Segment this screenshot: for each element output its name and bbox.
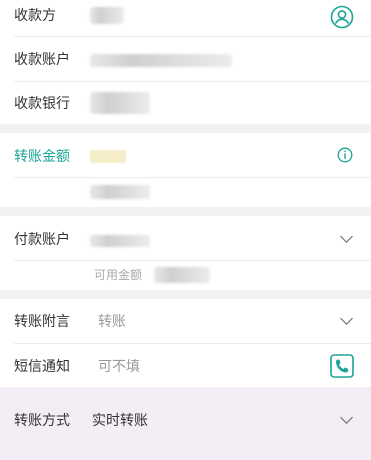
memo-input[interactable]: 转账 xyxy=(98,312,126,332)
divider xyxy=(14,260,371,261)
payee-account-label: 收款账户 xyxy=(14,52,70,68)
payee-bank-label: 收款银行 xyxy=(14,96,70,112)
payer-account-value xyxy=(90,235,150,247)
transfer-method-row[interactable]: 转账方式 实时转账 xyxy=(0,387,371,460)
payee-name-label: 收款方 xyxy=(14,8,56,24)
amount-input[interactable] xyxy=(90,150,126,163)
available-amount-label: 可用金额 xyxy=(94,268,143,282)
divider xyxy=(14,177,371,178)
phone-book-icon[interactable] xyxy=(330,354,354,378)
amount-row[interactable]: 转账金额 xyxy=(0,133,371,177)
chevron-down-icon[interactable] xyxy=(340,312,353,325)
sms-row[interactable]: 短信通知 可不填 xyxy=(0,344,371,387)
sms-label: 短信通知 xyxy=(14,359,70,375)
chevron-down-icon[interactable] xyxy=(340,411,353,424)
amount-capital-value xyxy=(90,185,150,199)
payee-name-value xyxy=(90,7,124,24)
payee-name-row: 收款方 xyxy=(0,0,371,36)
options-section: 转账附言 转账 短信通知 可不填 转账方式 实时转账 xyxy=(0,299,371,460)
transfer-method-value: 实时转账 xyxy=(92,413,148,429)
amount-info-icon[interactable] xyxy=(337,147,353,163)
amount-label: 转账金额 xyxy=(14,149,70,165)
payer-account-label: 付款账户 xyxy=(14,232,70,248)
available-amount-value xyxy=(154,267,210,283)
transfer-method-label: 转账方式 xyxy=(14,413,70,429)
payer-account-row[interactable]: 付款账户 xyxy=(0,216,371,260)
payer-section: 付款账户 可用金额 xyxy=(0,216,371,290)
memo-label: 转账附言 xyxy=(14,314,70,330)
payee-section: 收款方 收款账户 收款银行 xyxy=(0,0,371,124)
amount-section: 转账金额 xyxy=(0,133,371,207)
payee-bank-value xyxy=(90,92,150,114)
payee-account-value xyxy=(90,54,232,67)
payee-bank-row: 收款银行 xyxy=(0,82,371,124)
payee-account-row: 收款账户 xyxy=(0,37,371,81)
chevron-down-icon[interactable] xyxy=(340,230,353,243)
contact-picker-icon[interactable] xyxy=(330,5,354,29)
memo-row[interactable]: 转账附言 转账 xyxy=(0,299,371,343)
sms-input[interactable]: 可不填 xyxy=(98,357,140,377)
